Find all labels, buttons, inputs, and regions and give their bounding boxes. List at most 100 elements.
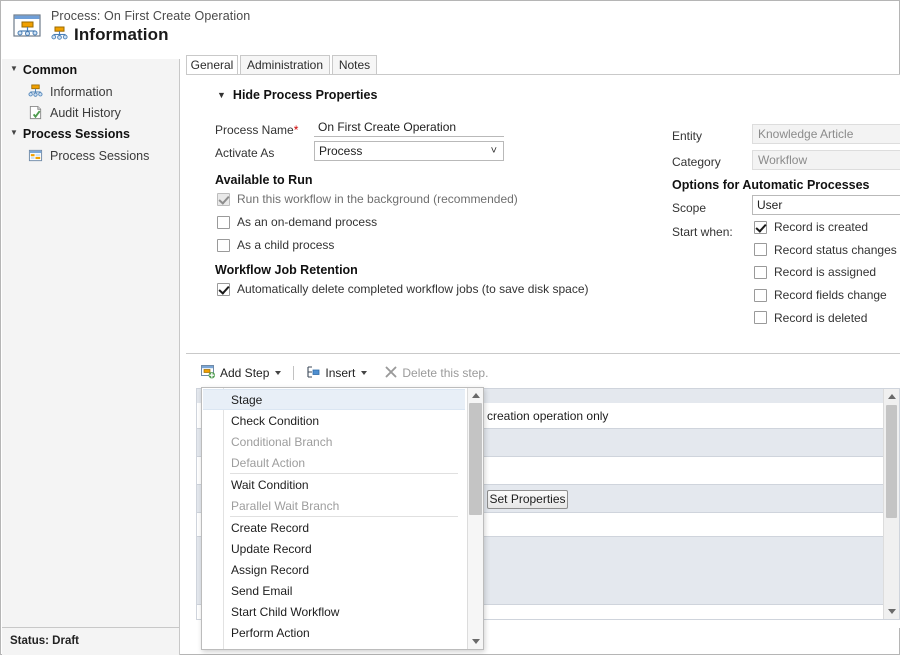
checkbox-box[interactable]: [217, 238, 230, 252]
tab-administration[interactable]: Administration: [240, 55, 330, 75]
checkbox-label: Run this workflow in the background (rec…: [237, 192, 518, 206]
grid-window-icon: [28, 148, 43, 163]
checkbox-box[interactable]: [217, 215, 230, 229]
scope-value: User: [757, 198, 783, 212]
chevron-down-icon: ˅: [490, 145, 497, 157]
sidebar-item-information[interactable]: Information: [2, 81, 179, 102]
add-step-button[interactable]: Add Step: [196, 363, 286, 384]
page-title-row: Information: [51, 25, 169, 45]
add-step-label: Add Step: [220, 366, 270, 380]
checkbox-label: As a child process: [237, 238, 335, 252]
scroll-up-arrow[interactable]: [884, 389, 899, 404]
checkbox-box[interactable]: [754, 311, 767, 325]
tab-general[interactable]: General: [186, 55, 238, 75]
chevron-expanded-icon: ▼: [10, 128, 18, 137]
checkbox-record-is-assigned[interactable]: Record is assigned: [754, 265, 876, 279]
menu-item-wait-condition[interactable]: Wait Condition: [203, 474, 465, 495]
menu-scroll-down-arrow[interactable]: [468, 634, 483, 649]
checkbox-as-an-on-demand-process[interactable]: As an on-demand process: [217, 215, 377, 229]
delete-step-label: Delete this step.: [402, 366, 489, 380]
insert-button[interactable]: Insert: [301, 363, 372, 384]
checkbox-label: Record status changes: [774, 242, 897, 257]
menu-vertical-scrollbar[interactable]: [467, 388, 483, 649]
menu-item-create-record[interactable]: Create Record: [203, 517, 465, 538]
start-when-label: Start when:: [672, 225, 733, 239]
menu-item-check-condition[interactable]: Check Condition: [203, 410, 465, 431]
menu-scroll-thumb[interactable]: [469, 403, 482, 515]
workflow-job-retention-heading: Workflow Job Retention: [215, 263, 358, 277]
sidebar-item-audit-history[interactable]: Audit History: [2, 102, 179, 123]
tab-notes[interactable]: Notes: [332, 55, 377, 75]
process-name-label: Process Name*: [215, 123, 299, 137]
add-step-menu[interactable]: Stage Check Condition Conditional Branch De…: [201, 387, 484, 650]
hide-process-properties-label: Hide Process Properties: [232, 88, 378, 102]
process-icon: [51, 26, 68, 45]
sidebar: ▼ Common Information Audit History ▼ Process …: [2, 59, 180, 627]
delete-x-icon: [384, 365, 398, 382]
menu-item-label: Check Condition: [231, 413, 320, 428]
sidebar-item-label: Information: [50, 84, 113, 99]
menu-item-label: Perform Action: [231, 625, 310, 640]
sidebar-group-common[interactable]: ▼ Common: [2, 59, 179, 81]
delete-step-button[interactable]: Delete this step.: [379, 363, 493, 384]
designer-vertical-scrollbar[interactable]: [883, 389, 899, 619]
add-step-icon: [201, 364, 216, 382]
checkbox-automatically-delete-completed-workflow-jobs-to-save-disk-space[interactable]: Automatically delete completed workflow …: [217, 282, 589, 296]
checkbox-label: Record is deleted: [774, 310, 868, 325]
scroll-thumb[interactable]: [886, 405, 897, 518]
chevron-down-icon: ▼: [217, 89, 226, 100]
menu-item-label: Wait Condition: [231, 477, 309, 492]
scroll-down-arrow[interactable]: [884, 604, 899, 619]
application-window: Process: On First Create Operation Infor…: [0, 0, 900, 655]
menu-item-label: Send Email: [231, 583, 293, 598]
entity-value: Knowledge Article: [752, 124, 900, 144]
checkbox-record-status-changes[interactable]: Record status changes: [754, 243, 897, 257]
sidebar-item-process-sessions[interactable]: Process Sessions: [2, 145, 179, 166]
menu-item-assign-record[interactable]: Assign Record: [203, 559, 465, 580]
checkbox-label: As an on-demand process: [237, 215, 378, 229]
menu-item-label: Conditional Branch: [231, 434, 333, 449]
checkbox-record-is-created[interactable]: Record is created: [754, 220, 868, 234]
checkbox-box: [217, 192, 230, 206]
menu-item-conditional-branch: Conditional Branch: [203, 431, 465, 452]
menu-item-send-email[interactable]: Send Email: [203, 580, 465, 601]
menu-item-label: Start Child Workflow: [231, 604, 340, 619]
entity-label: Entity: [672, 129, 703, 143]
menu-item-stage[interactable]: Stage: [203, 389, 465, 410]
checkbox-box[interactable]: [754, 243, 767, 257]
checkbox-box[interactable]: [754, 265, 767, 279]
menu-item-label: Assign Record: [231, 562, 310, 577]
checkbox-box[interactable]: [754, 288, 767, 302]
checkbox-label: Automatically delete completed workflow …: [237, 282, 589, 296]
toolbar-gap: [375, 366, 376, 380]
checkbox-record-fields-change[interactable]: Record fields change: [754, 288, 887, 302]
menu-item-label: Default Action: [231, 455, 306, 470]
scope-select[interactable]: User: [752, 195, 900, 215]
sidebar-group-process-sessions[interactable]: ▼ Process Sessions: [2, 123, 179, 145]
menu-item-start-child-workflow[interactable]: Start Child Workflow: [203, 601, 465, 622]
page-title: Information: [74, 25, 169, 44]
checkbox-box[interactable]: [754, 220, 767, 234]
category-value: Workflow: [752, 150, 900, 170]
checkbox-record-is-deleted[interactable]: Record is deleted: [754, 311, 867, 325]
menu-item-label: Parallel Wait Branch: [231, 498, 340, 513]
step-description: creation operation only: [487, 409, 609, 423]
steps-toolbar: Add Step Insert Delete this step.: [196, 362, 900, 384]
hide-process-properties-toggle[interactable]: ▼ Hide Process Properties: [217, 88, 377, 102]
menu-item-perform-action[interactable]: Perform Action: [203, 622, 465, 643]
status-text: Status: Draft: [10, 635, 80, 647]
menu-item-label: Stage: [231, 392, 263, 407]
process-name-input[interactable]: [314, 118, 504, 137]
automatic-processes-heading: Options for Automatic Processes: [672, 178, 870, 192]
menu-scroll-up-arrow[interactable]: [468, 388, 483, 403]
checkbox-box[interactable]: [217, 282, 230, 296]
chevron-expanded-icon: ▼: [10, 64, 18, 73]
checkbox-as-a-child-process[interactable]: As a child process: [217, 238, 334, 252]
menu-item-label: Create Record: [231, 520, 310, 535]
set-properties-button[interactable]: Set Properties: [487, 490, 568, 509]
process-icon: [28, 84, 43, 99]
activate-as-select[interactable]: Process ˅: [314, 141, 504, 161]
menu-item-label: Update Record: [231, 541, 312, 556]
menu-item-update-record[interactable]: Update Record: [203, 538, 465, 559]
status-bar: Status: Draft: [2, 627, 180, 655]
